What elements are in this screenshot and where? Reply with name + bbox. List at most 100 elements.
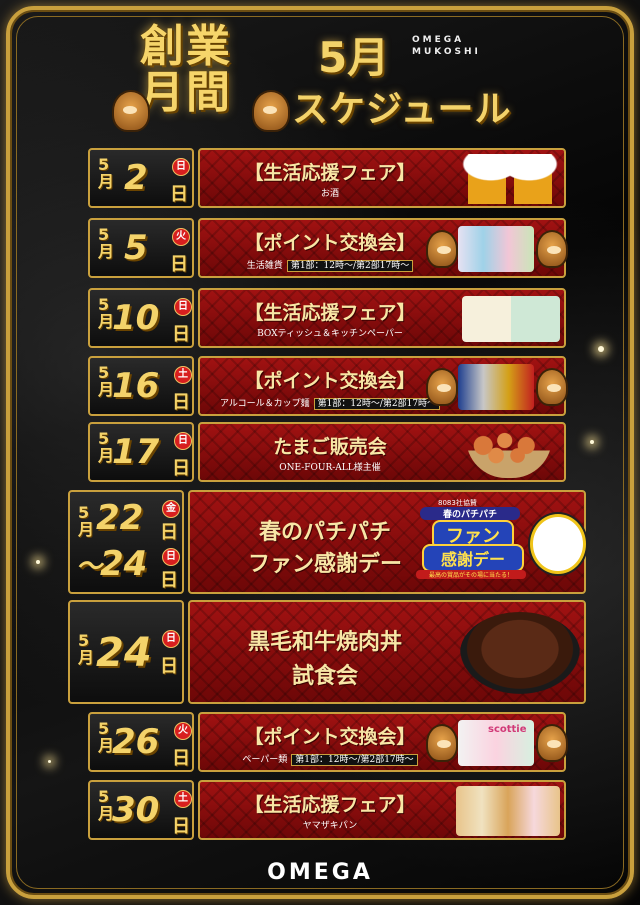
mascot-icon — [536, 724, 568, 762]
logo-line1: 創業 — [140, 21, 232, 72]
badge-main2: 感謝デー — [422, 544, 524, 572]
event-time-note: 第1部：12時～/第2部17時～ — [313, 398, 441, 410]
event-time-note: 第1部：12時～/第2部17時～ — [291, 754, 418, 766]
goods-image — [458, 226, 534, 272]
mascot-icon — [536, 230, 568, 268]
schedule-row: 5月 22 金 日 ～ 24 日 日 春のパチパチ ファン感謝デー 8083社協… — [68, 490, 586, 594]
schedule-row: 5月 24 日 日 黒毛和牛焼肉丼 試食会 — [68, 600, 586, 704]
product-label: scottie — [488, 724, 527, 735]
paper-goods-image: scottie — [458, 720, 534, 766]
date-day: 16 — [112, 366, 160, 406]
date-day: 10 — [112, 298, 160, 338]
schedule-poster: 創業 月間 5月 OMEGA MUKOSHI スケジュール 5月 2 日 日 【… — [0, 0, 640, 905]
weekday-badge: 火 — [172, 228, 190, 246]
event-panel: 春のパチパチ ファン感謝デー 8083社協賛 春のパチパチ ファン 感謝デー 最… — [188, 490, 586, 594]
date-month: 5月 — [78, 503, 95, 539]
event-subtitle: BOXティッシュ＆キッチンペーパー — [257, 329, 403, 339]
event-title: たまご販売会 — [273, 436, 387, 458]
fan-thanks-badge: 8083社協賛 春のパチパチ ファン 感謝デー 最高の賞品がその場に当たる！ — [416, 498, 526, 586]
logo-text: 創業 月間 — [140, 24, 260, 116]
mascot-icon — [426, 230, 458, 268]
date-day: 24 — [96, 630, 152, 676]
mascot-left — [112, 90, 150, 132]
weekday-badge: 日 — [162, 630, 180, 648]
event-panel: 【生活応援フェア】 BOXティッシュ＆キッチンペーパー — [198, 288, 566, 348]
date-day: 30 — [112, 790, 160, 830]
event-title: 【生活応援フェア】 — [244, 302, 416, 324]
schedule-row: 5月 30 土 日 【生活応援フェア】 ヤマザキパン — [88, 780, 566, 840]
mascot-icon — [536, 368, 568, 406]
date-nichi: 日 — [170, 184, 188, 205]
event-panel: 黒毛和牛焼肉丼 試食会 — [188, 600, 586, 704]
date-nichi: 日 — [172, 324, 190, 345]
event-subtitle: ONE-FOUR-ALL様主催 — [279, 463, 381, 473]
date-nichi-end: 日 — [160, 570, 178, 591]
date-day: 5 — [124, 228, 148, 268]
weekday-badge-end: 日 — [162, 548, 180, 566]
store-name-line2: MUKOSHI — [412, 47, 481, 57]
event-subtitle: ペーパー類 第1部：12時～/第2部17時～ — [200, 752, 460, 766]
date-box: 5月 24 日 日 — [68, 600, 184, 704]
mascot-character — [530, 514, 586, 574]
tissue-image — [462, 296, 560, 342]
event-panel: 【ポイント交換会】 アルコール＆カップ麺 第1部：12時～/第2部17時～ — [198, 356, 568, 416]
date-nichi: 日 — [160, 656, 178, 677]
event-title: 【ポイント交換会】 — [244, 370, 416, 392]
weekday-badge: 土 — [174, 366, 192, 384]
weekday-badge: 日 — [172, 158, 190, 176]
event-panel: 【生活応援フェア】 ヤマザキパン — [198, 780, 566, 840]
date-box: 5月 22 金 日 ～ 24 日 日 — [68, 490, 184, 594]
schedule-row: 5月 2 日 日 【生活応援フェア】 お酒 — [88, 148, 566, 208]
schedule-row: 5月 26 火 日 【ポイント交換会】 ペーパー類 第1部：12時～/第2部17時… — [88, 712, 568, 772]
event-subtitle: アルコール＆カップ麺 第1部：12時～/第2部17時～ — [200, 396, 460, 410]
mascot-right — [252, 90, 290, 132]
date-nichi: 日 — [172, 458, 190, 479]
event-panel: 【ポイント交換会】 生活雑貨 第1部：12時～/第2部17時～ — [198, 218, 568, 278]
weekday-badge: 日 — [174, 298, 192, 316]
logo: 創業 月間 — [112, 18, 290, 132]
date-box: 5月 5 火 日 — [88, 218, 194, 278]
date-range-mark: ～ — [76, 552, 103, 582]
date-month: 5月 — [78, 631, 95, 667]
schedule-row: 5月 10 日 日 【生活応援フェア】 BOXティッシュ＆キッチンペーパー — [88, 288, 566, 348]
date-month: 5月 — [98, 225, 115, 261]
beef-bowl-image — [460, 612, 580, 694]
date-box: 5月 26 火 日 — [88, 712, 194, 772]
date-box: 5月 30 土 日 — [88, 780, 194, 840]
mascot-icon — [426, 724, 458, 762]
mascot-icon — [426, 368, 458, 406]
store-name-line1: OMEGA — [412, 35, 465, 45]
event-title: 黒毛和牛焼肉丼 — [247, 629, 402, 655]
event-panel: たまご販売会 ONE-FOUR-ALL様主催 — [198, 422, 566, 482]
sparkle — [598, 346, 604, 352]
event-title-line2: 試食会 — [291, 663, 358, 689]
date-box: 5月 10 日 日 — [88, 288, 194, 348]
date-box: 5月 2 日 日 — [88, 148, 194, 208]
sparkle — [48, 760, 51, 763]
beer-image — [462, 154, 558, 204]
month-title: 5月 — [318, 33, 390, 82]
sparkle — [590, 440, 594, 444]
schedule-row: 5月 16 土 日 【ポイント交換会】 アルコール＆カップ麺 第1部：12時～/第… — [88, 356, 568, 416]
event-subtitle: ヤマザキパン — [302, 821, 358, 831]
event-time-note: 第1部：12時～/第2部17時～ — [286, 260, 414, 272]
event-subtitle: お酒 — [320, 189, 339, 199]
event-panel: 【生活応援フェア】 お酒 — [198, 148, 566, 208]
egg-basket-image — [466, 428, 552, 478]
bread-image — [456, 786, 560, 836]
schedule-title: スケジュール — [292, 89, 512, 130]
date-nichi: 日 — [172, 748, 190, 769]
event-title: 【生活応援フェア】 — [244, 162, 416, 184]
date-nichi: 日 — [172, 392, 190, 413]
schedule-row: 5月 5 火 日 【ポイント交換会】 生活雑貨 第1部：12時～/第2部17時～ — [88, 218, 568, 278]
weekday-badge: 土 — [174, 790, 192, 808]
date-box: 5月 17 日 日 — [88, 422, 194, 482]
date-day: 17 — [112, 432, 160, 472]
badge-subtitle: 春のパチパチ — [420, 507, 520, 520]
event-title: 【ポイント交換会】 — [244, 726, 416, 748]
date-nichi: 日 — [170, 254, 188, 275]
event-subtitle: 生活雑貨 第1部：12時～/第2部17時～ — [200, 258, 460, 272]
date-day-end: 24 — [100, 544, 148, 584]
badge-bottom: 最高の賞品がその場に当たる！ — [416, 570, 526, 579]
event-title: 【ポイント交換会】 — [244, 232, 416, 254]
